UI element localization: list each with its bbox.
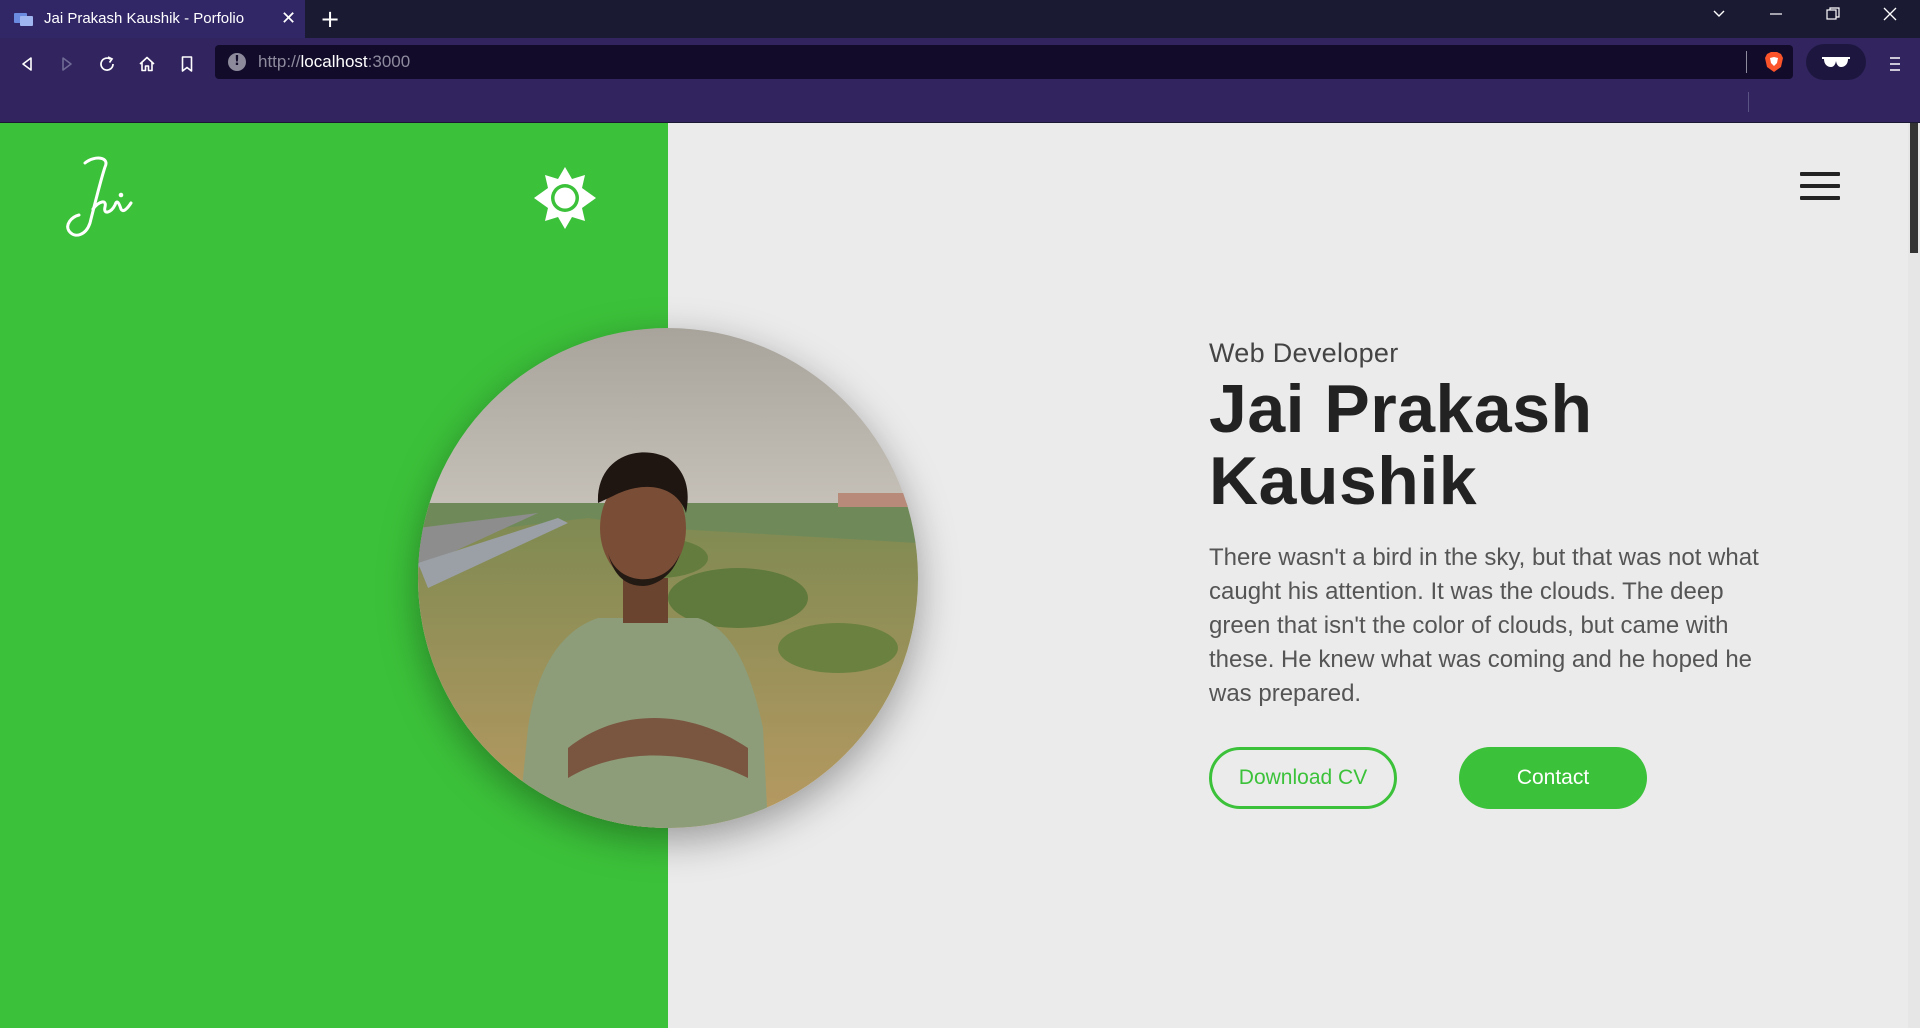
role-subtitle: Web Developer — [1209, 338, 1399, 368]
menu-icon — [1890, 57, 1900, 71]
logo-signature[interactable] — [55, 153, 145, 243]
site-info-icon[interactable]: ! — [228, 53, 246, 71]
forward-button[interactable] — [52, 49, 82, 79]
browser-tab-active[interactable]: Jai Prakash Kaushik - Porfolio ✕ — [0, 0, 305, 38]
home-button[interactable] — [132, 49, 162, 79]
hero-name: Jai Prakash Kaushik — [1209, 373, 1789, 517]
back-icon — [22, 57, 32, 71]
sunglasses-icon — [1822, 57, 1850, 67]
hero-buttons: Download CV Contact — [1209, 747, 1789, 811]
download-cv-button[interactable]: Download CV — [1209, 747, 1397, 809]
chevron-down-icon — [1713, 10, 1725, 17]
tab-title: Jai Prakash Kaushik - Porfolio — [44, 10, 245, 27]
hero-name-first: Jai Prakash — [1209, 371, 1593, 447]
tab-list-button[interactable] — [1699, 6, 1739, 32]
bookmark-button[interactable] — [172, 49, 202, 79]
profile-photo-illustration — [418, 328, 918, 828]
new-tab-button[interactable]: + — [320, 5, 340, 33]
hamburger-icon[interactable] — [1800, 170, 1842, 202]
close-icon — [1883, 7, 1897, 21]
hero-section: Web Developer Jai Prakash Kaushik There … — [1209, 338, 1789, 811]
contact-button[interactable]: Contact — [1459, 747, 1647, 809]
minimize-button[interactable] — [1756, 6, 1796, 32]
bookmark-icon — [181, 56, 193, 72]
extension-button[interactable] — [1806, 44, 1866, 80]
url-text[interactable]: http://localhost:3000 — [258, 52, 410, 72]
back-button[interactable] — [12, 49, 42, 79]
page-scrollbar[interactable] — [1908, 123, 1920, 1028]
url-host: localhost — [300, 52, 368, 71]
hero-description: There wasn't a bird in the sky, but that… — [1209, 544, 1759, 707]
portfolio-page: Web Developer Jai Prakash Kaushik There … — [0, 123, 1908, 1028]
scrollbar-thumb[interactable] — [1910, 123, 1918, 253]
url-divider — [1746, 51, 1747, 73]
address-bar[interactable]: ! http://localhost:3000 — [215, 45, 1793, 79]
sun-icon[interactable] — [534, 167, 596, 229]
restore-button[interactable] — [1813, 6, 1853, 32]
home-icon — [139, 56, 155, 72]
restore-icon — [1826, 7, 1840, 20]
hero-name-last: Kaushik — [1209, 443, 1478, 519]
favicon-icon — [14, 13, 33, 26]
reload-button[interactable] — [92, 49, 122, 79]
minimize-icon — [1770, 13, 1782, 15]
close-window-button[interactable] — [1870, 6, 1910, 32]
profile-photo — [418, 328, 918, 828]
forward-icon — [62, 57, 72, 71]
browser-tab-bar: Jai Prakash Kaushik - Porfolio ✕ + — [0, 0, 1920, 38]
url-scheme: http:// — [258, 52, 301, 71]
tab-close-icon[interactable]: ✕ — [281, 8, 296, 29]
browser-menu-button[interactable] — [1880, 49, 1910, 79]
url-port: :3000 — [367, 52, 411, 71]
reload-icon — [100, 56, 114, 71]
brave-shields-icon[interactable] — [1764, 51, 1784, 73]
bookmarks-bar-divider — [1748, 92, 1749, 112]
browser-toolbar: ! http://localhost:3000 — [0, 38, 1920, 122]
